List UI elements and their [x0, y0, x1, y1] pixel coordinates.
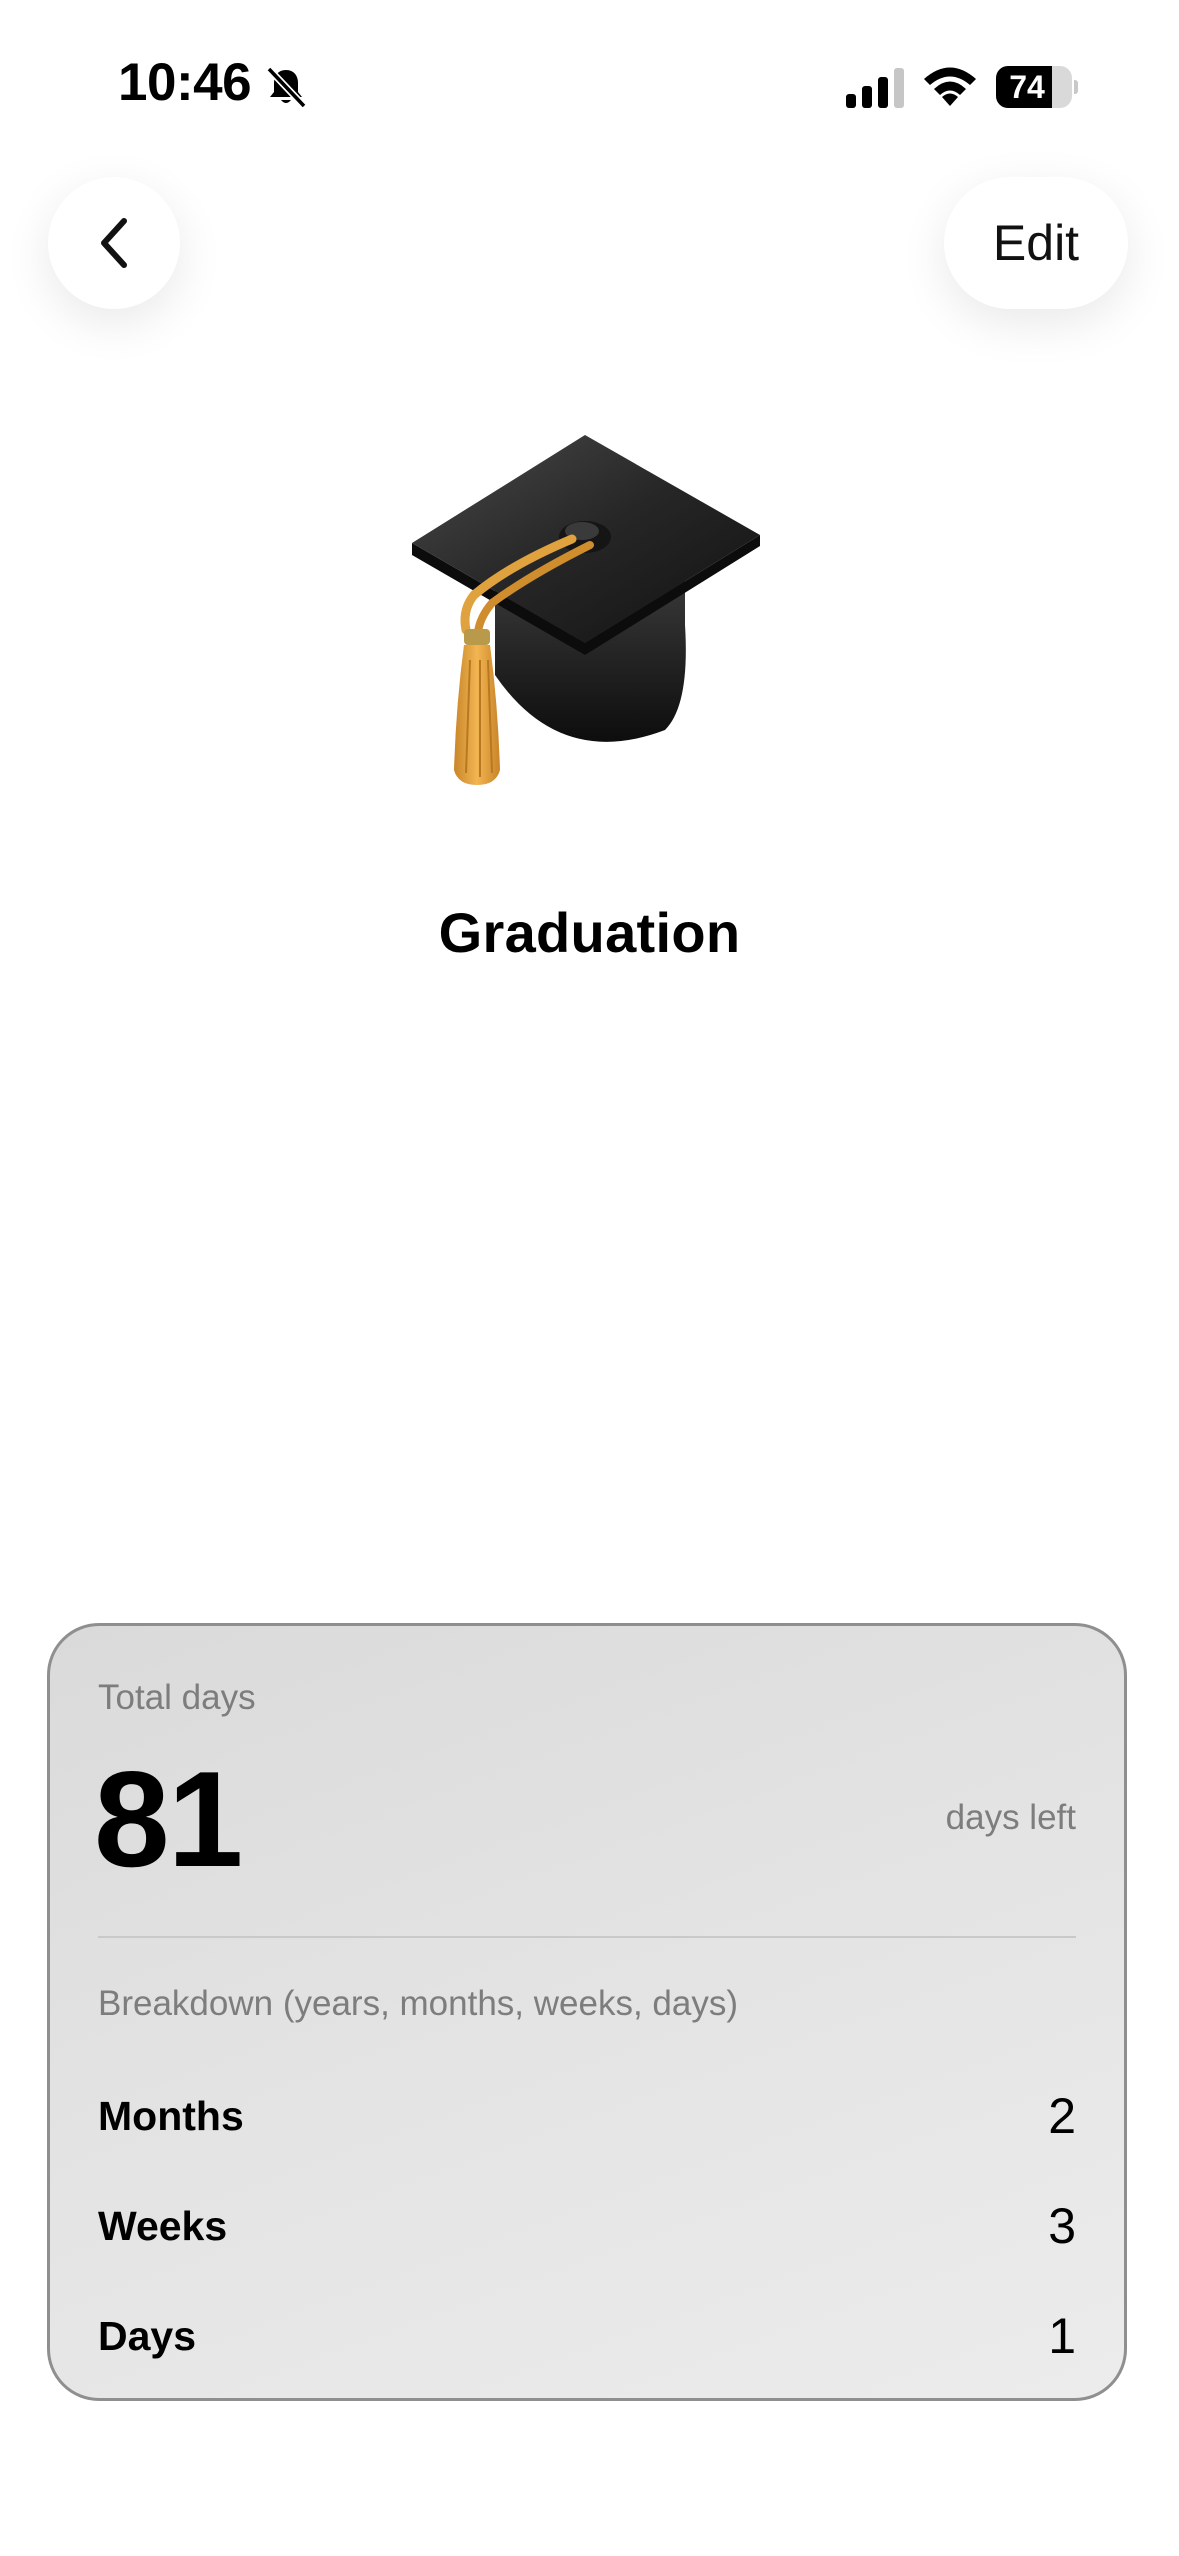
chevron-left-icon [101, 218, 127, 268]
edit-button[interactable]: Edit [944, 177, 1128, 309]
breakdown-row-label: Weeks [98, 2203, 228, 2249]
battery-cap [1074, 80, 1078, 94]
breakdown-row-label: Days [98, 2313, 197, 2359]
card-divider [98, 1936, 1076, 1938]
breakdown-row-value: 1 [1048, 2308, 1076, 2364]
status-bar: 10:46 74 [0, 0, 1179, 150]
battery-icon: 74 [996, 66, 1078, 108]
days-count-value: 81 [94, 1743, 243, 1895]
screen: 10:46 74 Edit Graduation Total days 81 d… [0, 0, 1179, 2556]
breakdown-row-days: Days 1 [98, 2306, 1076, 2366]
status-time: 10:46 [118, 53, 252, 112]
wifi-icon [924, 67, 976, 106]
breakdown-row-label: Months [98, 2093, 244, 2139]
breakdown-row-weeks: Weeks 3 [98, 2196, 1076, 2256]
breakdown-row-value: 3 [1048, 2198, 1076, 2254]
total-days-label: Total days [98, 1678, 256, 1717]
breakdown-label: Breakdown (years, months, weeks, days) [98, 1984, 738, 2023]
bell-off-icon [266, 66, 307, 109]
graduation-cap-icon [412, 435, 760, 785]
breakdown-row-months: Months 2 [98, 2086, 1076, 2146]
back-button[interactable] [48, 177, 180, 309]
cellular-signal-icon [846, 68, 904, 108]
battery-percentage: 74 [1009, 69, 1045, 105]
event-title: Graduation [438, 901, 741, 964]
breakdown-row-value: 2 [1048, 2088, 1076, 2144]
battery-body: 74 [996, 66, 1072, 108]
days-count-card: Total days 81 days left Breakdown (years… [47, 1623, 1127, 2401]
days-left-label: days left [945, 1798, 1076, 1837]
